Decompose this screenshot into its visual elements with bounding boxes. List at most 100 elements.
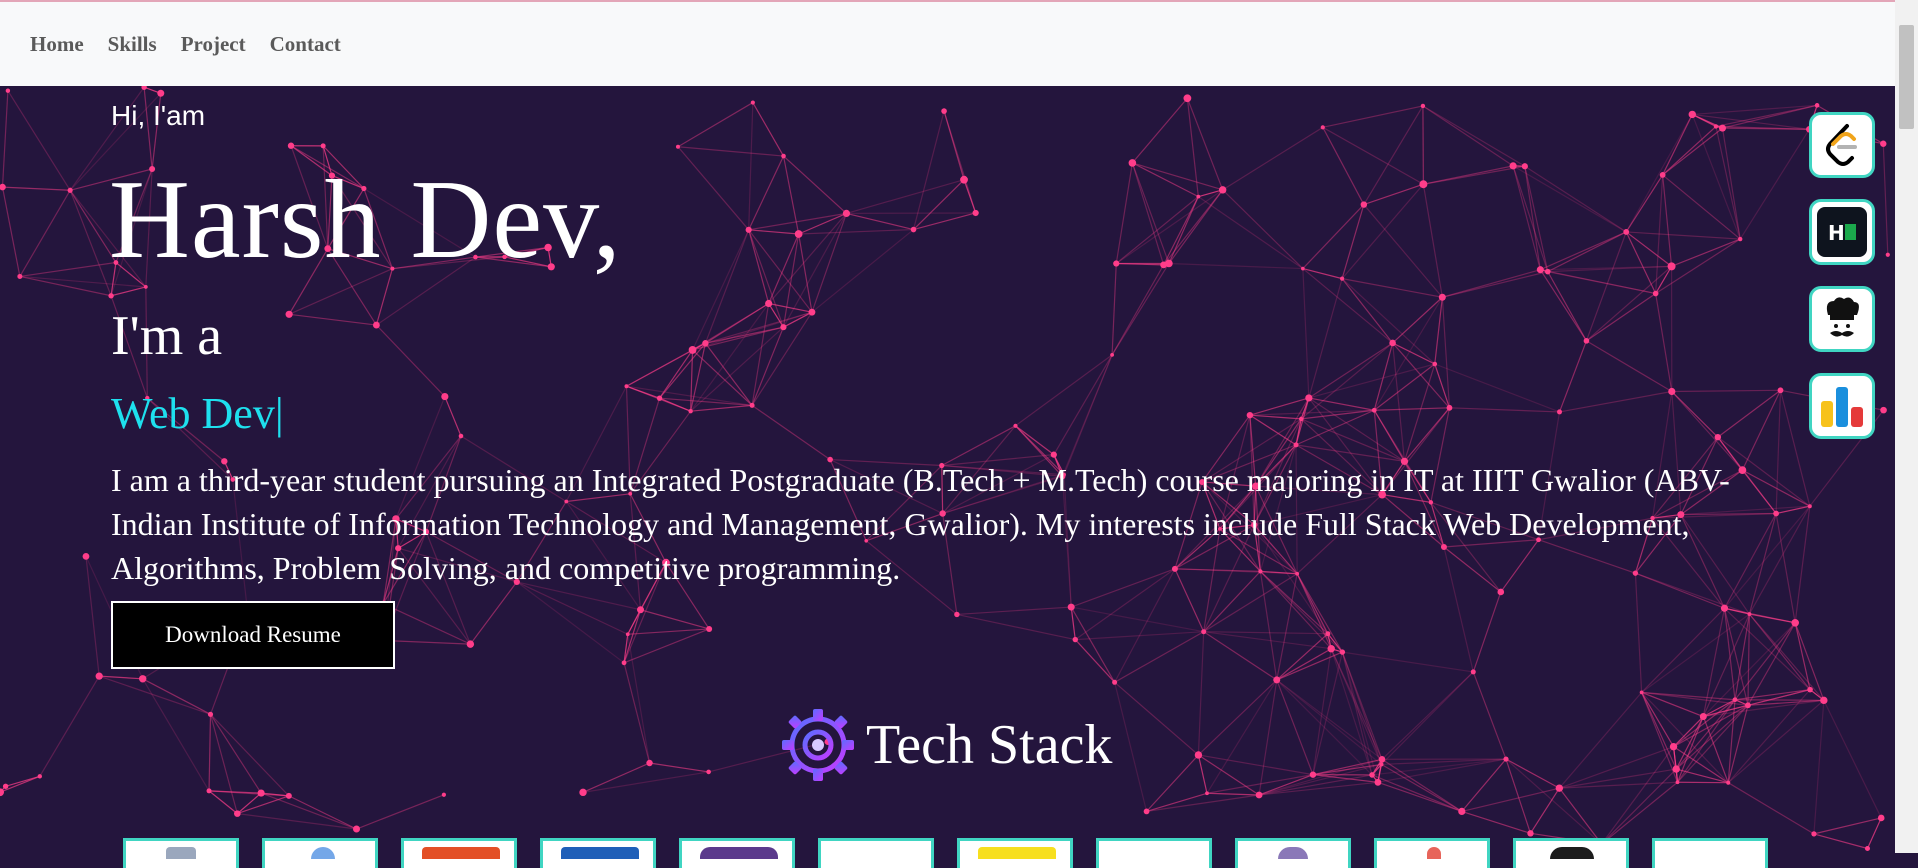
network-node <box>1719 125 1726 132</box>
network-node <box>1447 405 1453 411</box>
tech-card[interactable] <box>1235 838 1351 868</box>
tech-card[interactable] <box>123 838 239 868</box>
network-node <box>1880 407 1887 414</box>
tech-card[interactable] <box>401 838 517 868</box>
leetcode-link[interactable] <box>1809 112 1875 178</box>
network-line <box>1132 98 1187 163</box>
network-node <box>1299 417 1303 421</box>
network-line <box>1198 755 1207 793</box>
network-line <box>691 405 752 411</box>
role-text: Web Dev <box>111 389 275 438</box>
network-line <box>769 234 799 304</box>
scrollbar[interactable] <box>1895 0 1918 853</box>
network-node <box>1808 504 1812 508</box>
network-node <box>843 210 850 217</box>
network-line <box>1642 608 1725 692</box>
network-node <box>108 293 113 298</box>
network-node <box>1247 412 1253 418</box>
tech-card[interactable] <box>262 838 378 868</box>
network-line <box>1586 341 1671 392</box>
network-line <box>1204 632 1328 634</box>
tech-card[interactable] <box>679 838 795 868</box>
hackerrank-link[interactable]: H <box>1809 199 1875 265</box>
tech-card[interactable] <box>1096 838 1212 868</box>
network-node <box>1361 201 1367 207</box>
codechef-icon <box>1816 293 1868 345</box>
network-node <box>1811 831 1816 836</box>
network-node <box>1778 387 1784 393</box>
network-node <box>1305 394 1312 401</box>
nav-skills[interactable]: Skills <box>108 32 157 57</box>
network-line <box>1559 788 1601 844</box>
network-node <box>258 789 265 796</box>
network-line <box>1728 700 1824 782</box>
network-node <box>1129 159 1137 167</box>
network-line <box>660 350 693 398</box>
network-node <box>1733 697 1738 702</box>
network-node <box>1584 338 1590 344</box>
network-line <box>1378 759 1506 782</box>
network-line <box>1364 205 1442 298</box>
network-node <box>1503 756 1508 761</box>
tech-card[interactable] <box>1513 838 1629 868</box>
network-line <box>1677 700 1734 783</box>
network-node <box>1201 629 1206 634</box>
network-line <box>1740 129 1809 239</box>
network-node <box>795 230 803 238</box>
network-node <box>1419 180 1427 188</box>
tech-stack-title: Tech Stack <box>866 713 1112 777</box>
network-node <box>1714 124 1718 128</box>
network-line <box>1663 126 1716 174</box>
download-resume-button[interactable]: Download Resume <box>111 601 395 669</box>
network-line <box>6 776 40 786</box>
tech-card[interactable] <box>818 838 934 868</box>
network-node <box>0 184 6 191</box>
hero-name: Harsh Dev, <box>109 164 622 276</box>
network-line <box>650 763 709 772</box>
network-node <box>68 188 73 193</box>
network-line <box>1381 672 1473 764</box>
tech-card[interactable] <box>540 838 656 868</box>
network-line <box>1749 614 1823 700</box>
network-line <box>1423 106 1525 166</box>
network-node <box>1670 743 1677 750</box>
network-line <box>1718 390 1781 437</box>
network-line <box>1462 811 1531 833</box>
network-line <box>1303 269 1309 398</box>
network-line <box>1423 184 1442 297</box>
network-line <box>753 103 784 157</box>
codeforces-link[interactable] <box>1809 373 1875 439</box>
profile-links: H <box>1809 112 1875 460</box>
network-line <box>1672 390 1781 391</box>
network-node <box>1660 172 1666 178</box>
network-line <box>660 343 706 398</box>
network-node <box>624 384 628 388</box>
network-node <box>1321 125 1325 129</box>
network-line <box>812 230 914 313</box>
network-line <box>944 111 964 180</box>
network-node <box>1458 808 1465 815</box>
network-line <box>769 213 847 303</box>
codechef-link[interactable] <box>1809 286 1875 352</box>
network-node <box>321 143 326 148</box>
tech-card[interactable] <box>957 838 1073 868</box>
scrollbar-thumb[interactable] <box>1899 25 1914 129</box>
network-line <box>1462 788 1560 811</box>
network-node <box>139 675 146 682</box>
network-node <box>234 810 241 817</box>
network-node <box>746 227 752 233</box>
tech-card[interactable] <box>1652 838 1768 868</box>
network-line <box>1703 608 1724 716</box>
network-line <box>1277 649 1331 680</box>
network-line <box>261 793 356 829</box>
tech-card[interactable] <box>1374 838 1490 868</box>
network-node <box>1527 830 1533 836</box>
network-line <box>964 180 976 213</box>
nav-home[interactable]: Home <box>30 32 84 57</box>
network-node <box>6 89 10 93</box>
nav-contact[interactable]: Contact <box>270 32 341 57</box>
nav-project[interactable]: Project <box>181 32 246 57</box>
network-node <box>1726 781 1730 785</box>
network-line <box>1342 652 1381 764</box>
network-node <box>1439 294 1446 301</box>
